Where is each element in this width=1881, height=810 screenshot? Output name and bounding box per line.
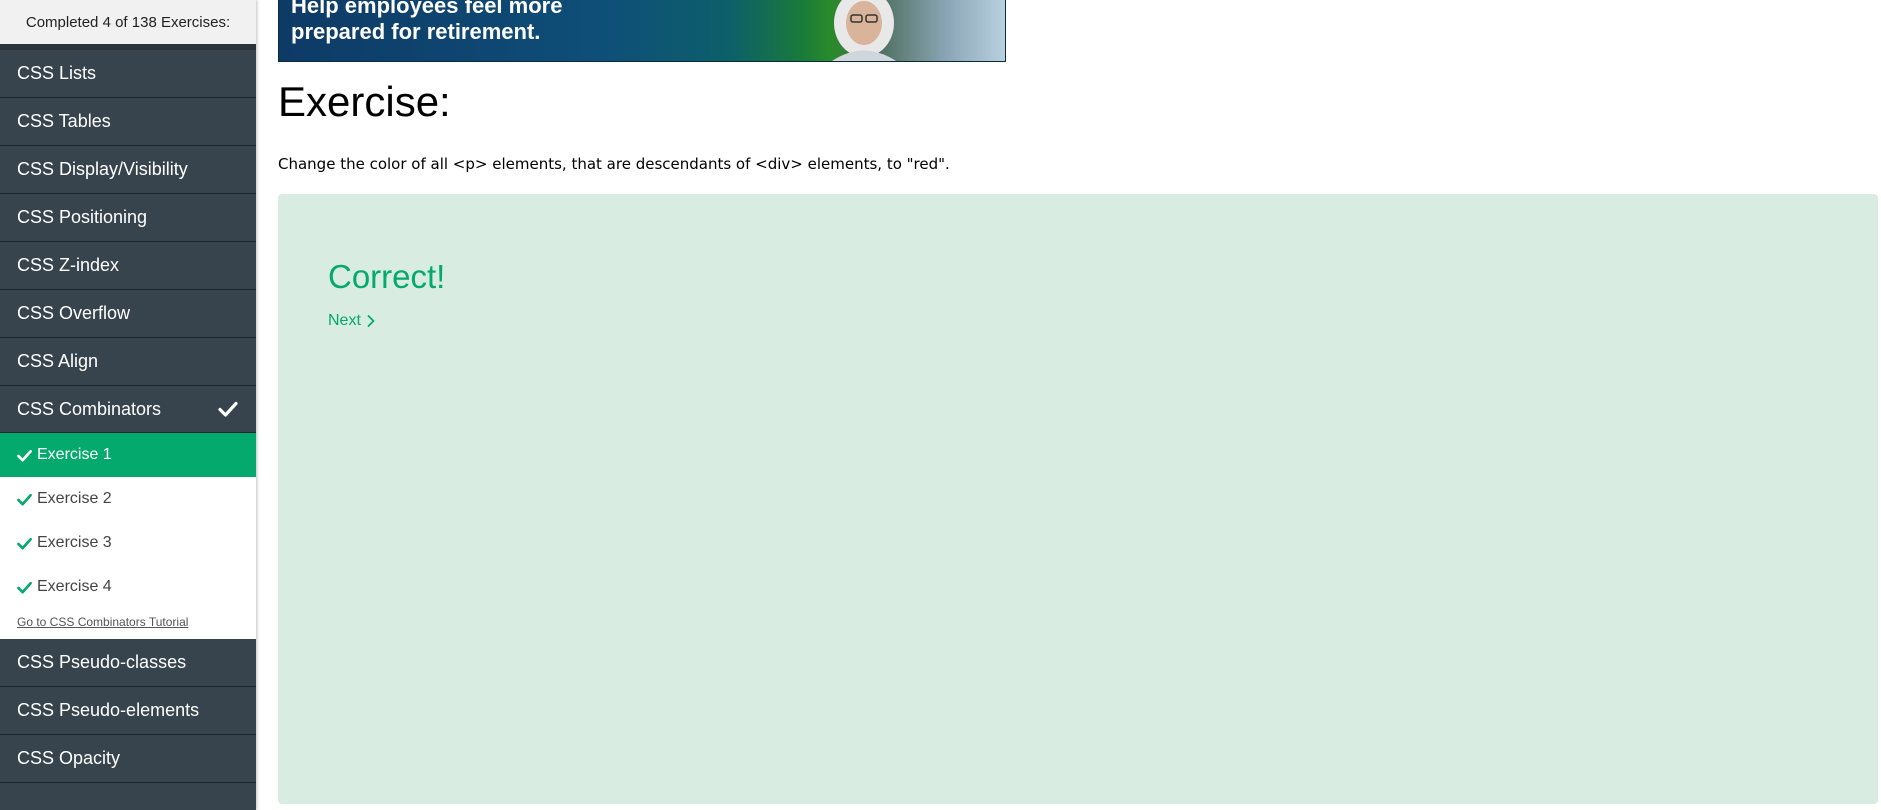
sidebar-item-css-opacity[interactable]: CSS Opacity [0,735,256,783]
ad-text-line-1: Help employees feel more [291,0,563,18]
checkmark-icon [17,449,32,461]
progress-header: Completed 4 of 138 Exercises: [0,0,256,50]
sidebar: Completed 4 of 138 Exercises: CSS Lists … [0,0,256,810]
result-panel: Correct! Next [278,194,1878,804]
exercise-item-4[interactable]: Exercise 4 [0,565,256,609]
exercise-item-2[interactable]: Exercise 2 [0,477,256,521]
sidebar-item-css-align[interactable]: CSS Align [0,338,256,386]
sidebar-item-css-z-index[interactable]: CSS Z-index [0,242,256,290]
sidebar-item-label: CSS Pseudo-classes [17,652,187,672]
sidebar-item-css-tables[interactable]: CSS Tables [0,98,256,146]
sidebar-item-label: CSS Lists [17,63,97,83]
sidebar-item-label: CSS Display/Visibility [17,159,188,179]
ad-text: Help employees feel more prepared for re… [291,0,562,45]
sidebar-item-css-pseudo-classes[interactable]: CSS Pseudo-classes [0,639,256,687]
progress-text: Completed 4 of 138 Exercises: [25,13,231,31]
sidebar-item-css-overflow[interactable]: CSS Overflow [0,290,256,338]
exercise-list: Exercise 1 Exercise 2 Exercise 3 Exercis… [0,433,256,639]
sidebar-item-label: CSS Overflow [17,303,131,323]
next-link[interactable]: Next [328,312,375,330]
sidebar-item-css-pseudo-elements[interactable]: CSS Pseudo-elements [0,687,256,735]
ad-text-line-2: prepared for retirement. [291,19,541,44]
sidebar-item-label: CSS Z-index [17,255,120,275]
checkmark-icon [17,493,32,505]
exercise-item-3[interactable]: Exercise 3 [0,521,256,565]
sidebar-item-label: CSS Pseudo-elements [17,700,200,720]
exercise-label: Exercise 3 [37,534,112,551]
sidebar-item-css-combinators[interactable]: CSS Combinators [0,386,256,433]
exercise-label: Exercise 2 [37,490,112,507]
checkmark-icon [218,401,238,417]
exercise-label: Exercise 1 [37,446,112,463]
sidebar-item-css-positioning[interactable]: CSS Positioning [0,194,256,242]
chevron-right-icon [367,315,375,327]
result-title: Correct! [328,258,446,295]
main-content: Help employees feel more prepared for re… [256,0,1881,810]
checkmark-icon [17,537,32,549]
exercise-instruction: Change the color of all <p> elements, th… [278,155,950,173]
ad-person-image [832,0,896,61]
exercise-label: Exercise 4 [37,578,112,595]
sidebar-item-label: CSS Opacity [17,748,121,768]
sidebar-item-label: CSS Combinators [17,398,162,419]
sidebar-item-label: CSS Align [17,351,99,371]
sidebar-item-css-lists[interactable]: CSS Lists [0,50,256,98]
tutorial-link[interactable]: Go to CSS Combinators Tutorial [0,609,256,639]
exercise-item-1[interactable]: Exercise 1 [0,433,256,477]
ad-banner[interactable]: Help employees feel more prepared for re… [278,0,1006,62]
sidebar-item-css-display-visibility[interactable]: CSS Display/Visibility [0,146,256,194]
page-title: Exercise: [278,78,451,125]
next-label: Next [328,312,361,329]
checkmark-icon [17,581,32,593]
sidebar-item-label: CSS Tables [17,111,111,131]
sidebar-item-label: CSS Positioning [17,207,148,227]
